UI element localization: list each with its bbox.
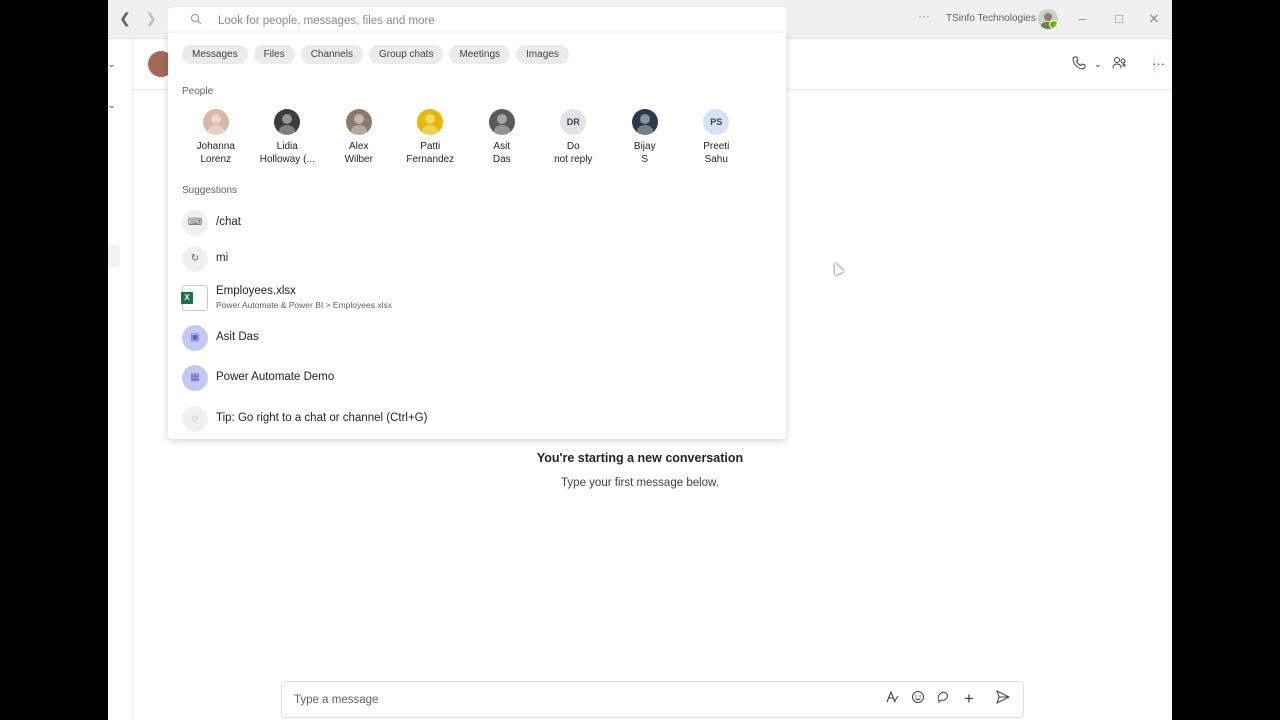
- suggestion-item[interactable]: ◌ Tip: Go right to a chat or channel (Ct…: [182, 404, 772, 434]
- person-avatar: [202, 109, 229, 137]
- chat-icon: ▣: [182, 325, 208, 351]
- message-composer: +: [281, 681, 1024, 718]
- chevron-down-icon[interactable]: ⌄: [108, 59, 116, 70]
- suggestion-text: Tip: Go right to a chat or channel (Ctrl…: [216, 412, 428, 424]
- person-name: Bijay S: [633, 141, 656, 165]
- people-results: Johanna Lorenz Lidia Holloway (... Alex Wi…: [180, 109, 752, 166]
- person-avatar: [631, 109, 658, 137]
- person-name: Patti Fernandez: [406, 141, 455, 165]
- forward-arrow-icon[interactable]: ❯: [142, 9, 160, 27]
- mouse-cursor: [829, 260, 845, 276]
- send-icon[interactable]: [994, 690, 1012, 708]
- person-avatar: [417, 109, 444, 137]
- filter-chip-messages[interactable]: Messages: [182, 45, 248, 64]
- history-icon: ↻: [182, 246, 208, 272]
- person-avatar: DR: [560, 109, 587, 135]
- suggestions-section-label: Suggestions: [182, 185, 238, 196]
- emoji-icon[interactable]: [909, 690, 927, 708]
- suggestion-item[interactable]: X Employees.xlsx Power Automate & Power …: [181, 283, 772, 313]
- presence-available-icon: [1049, 20, 1058, 29]
- search-box: [168, 7, 786, 33]
- person-name: Asit Das: [492, 141, 511, 165]
- suggestion-item[interactable]: ↻ mi: [182, 244, 772, 274]
- filter-chip-group-chats[interactable]: Group chats: [368, 45, 444, 64]
- suggestion-item[interactable]: ▣ Asit Das: [182, 323, 772, 353]
- person-result[interactable]: Bijay S: [609, 109, 681, 166]
- excel-icon: X: [181, 285, 208, 311]
- suggestion-path: Power Automate & Power BI > Employees.xl…: [216, 300, 392, 310]
- message-input[interactable]: [292, 690, 856, 710]
- plus-icon[interactable]: +: [960, 690, 978, 708]
- person-avatar-icon: [279, 114, 296, 137]
- person-name: Preeti Sahu: [703, 141, 730, 165]
- suggestion-text: Asit Das: [216, 331, 259, 343]
- lightbulb-icon: ◌: [182, 406, 208, 432]
- person-result[interactable]: Lidia Holloway (...: [252, 109, 324, 166]
- person-avatar-icon: [207, 114, 224, 137]
- call-icon[interactable]: [1072, 56, 1086, 74]
- suggestion-item[interactable]: ⌨ /chat: [182, 208, 772, 238]
- chat-list-pane: ⌄ ⌄: [108, 39, 133, 720]
- people-icon[interactable]: [1112, 56, 1127, 74]
- search-suggestions-dropdown: Messages Files Channels Group chats Meet…: [168, 33, 786, 439]
- keyboard-icon: ⌨: [182, 210, 208, 236]
- person-avatar: [345, 109, 372, 137]
- search-input[interactable]: [216, 11, 760, 31]
- person-avatar-icon: [422, 114, 439, 137]
- person-avatar: [274, 109, 301, 137]
- format-icon[interactable]: [883, 690, 901, 708]
- person-avatar: [488, 109, 515, 137]
- person-result[interactable]: DR Do not reply: [538, 109, 610, 166]
- empty-conversation-subtitle: Type your first message below.: [561, 477, 719, 489]
- search-icon: [190, 13, 202, 28]
- more-options-icon[interactable]: ···: [918, 9, 930, 23]
- suggestion-text: /chat: [216, 216, 241, 228]
- person-avatar-icon: [636, 114, 653, 137]
- person-avatar: PS: [703, 109, 730, 135]
- maximize-icon[interactable]: □: [1109, 9, 1129, 29]
- search-filter-chips: Messages Files Channels Group chats Meet…: [182, 45, 569, 64]
- loop-icon[interactable]: [934, 690, 952, 708]
- chevron-down-icon[interactable]: ⌄: [1094, 56, 1102, 72]
- person-avatar-icon: [350, 114, 367, 137]
- minimize-icon[interactable]: –: [1072, 9, 1092, 29]
- filter-chip-files[interactable]: Files: [253, 45, 295, 64]
- more-icon[interactable]: ···: [1152, 56, 1165, 72]
- suggestion-text: Employees.xlsx: [216, 285, 296, 297]
- person-name: Lidia Holloway (...: [259, 141, 315, 165]
- suggestion-text: mi: [216, 252, 229, 264]
- person-result[interactable]: Patti Fernandez: [395, 109, 467, 166]
- filter-chip-channels[interactable]: Channels: [300, 45, 363, 64]
- person-avatar-icon: [493, 114, 510, 137]
- person-name: Johanna Lorenz: [196, 141, 235, 165]
- user-avatar[interactable]: [1038, 9, 1058, 29]
- person-result[interactable]: Asit Das: [466, 109, 538, 166]
- close-icon[interactable]: ✕: [1144, 9, 1164, 29]
- suggestion-item[interactable]: ▦ Power Automate Demo: [182, 363, 772, 393]
- chat-list-item[interactable]: [108, 245, 120, 267]
- person-result[interactable]: Alex Wilber: [323, 109, 395, 166]
- person-name: Alex Wilber: [344, 141, 373, 165]
- calendar-icon: ▦: [182, 365, 208, 391]
- suggestion-text: Power Automate Demo: [216, 371, 335, 383]
- empty-conversation-title: You're starting a new conversation: [536, 451, 744, 465]
- person-name: Do not reply: [554, 141, 593, 165]
- people-section-label: People: [182, 86, 214, 97]
- person-result[interactable]: PS Preeti Sahu: [681, 109, 753, 166]
- person-result[interactable]: Johanna Lorenz: [180, 109, 252, 166]
- back-arrow-icon[interactable]: ❮: [116, 9, 134, 27]
- filter-chip-meetings[interactable]: Meetings: [449, 45, 511, 64]
- chevron-down-icon[interactable]: ⌄: [108, 100, 116, 111]
- org-name[interactable]: TSinfo Technologies: [946, 13, 1036, 24]
- filter-chip-images[interactable]: Images: [516, 45, 569, 64]
